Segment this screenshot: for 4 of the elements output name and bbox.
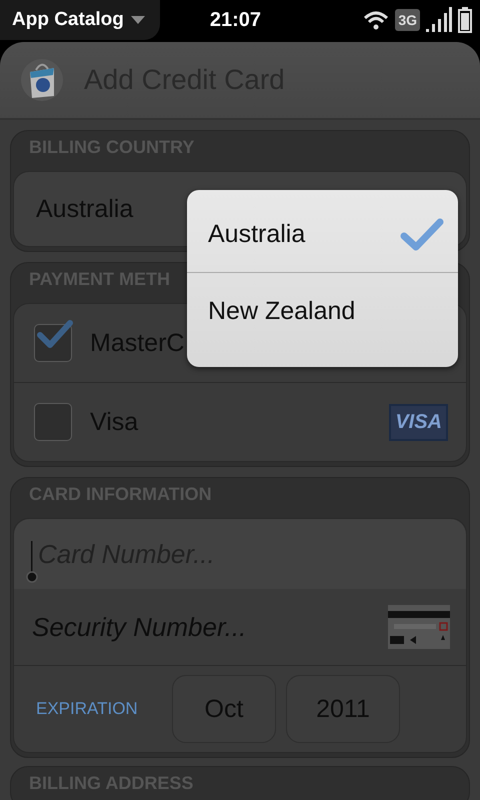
clock: 21:07 (210, 8, 262, 32)
card-logo: VISA (389, 404, 448, 440)
network-badge: 3G (395, 9, 420, 31)
expiration-label: EXPIRATION (36, 699, 139, 719)
